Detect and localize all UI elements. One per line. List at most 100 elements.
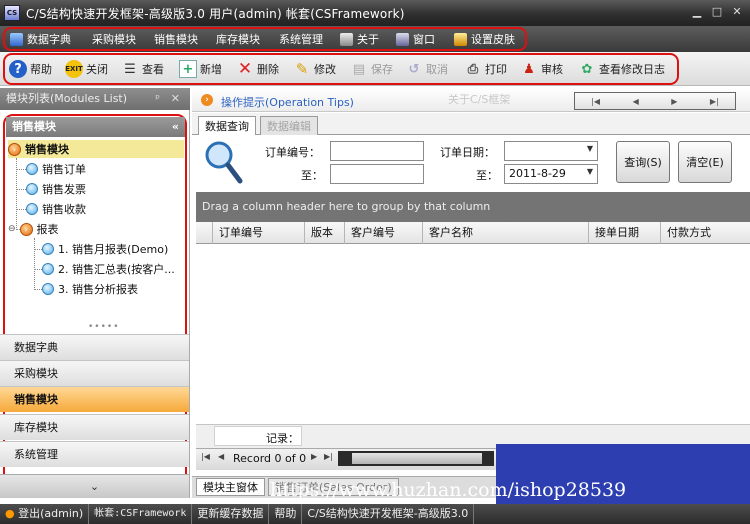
- user-icon: ●: [5, 507, 15, 520]
- menu-about[interactable]: 关于: [340, 30, 379, 48]
- tree-item-sales-order[interactable]: 销售订单: [26, 160, 86, 178]
- menu-system[interactable]: 系统管理: [279, 30, 323, 48]
- tab-data-edit[interactable]: 数据编辑: [260, 116, 318, 135]
- add-button[interactable]: + 新增: [179, 58, 222, 80]
- nav-group-purchase[interactable]: 采购模块: [0, 360, 189, 386]
- print-button[interactable]: ⎙ 打印: [464, 58, 507, 80]
- menu-skin[interactable]: 设置皮肤: [454, 30, 515, 48]
- tip-icon: ›: [201, 94, 213, 106]
- tree-line: [16, 169, 26, 170]
- approve-button[interactable]: ♟ 审核: [520, 58, 563, 80]
- tab-module-main[interactable]: 模块主窗体: [196, 478, 265, 496]
- collapse-toggle-icon[interactable]: ⊖: [8, 224, 16, 234]
- printer-icon: ⎙: [467, 61, 479, 77]
- record-count-label: 记录：: [266, 432, 299, 445]
- cancel-button[interactable]: ↺ 取消: [405, 58, 448, 80]
- clear-button[interactable]: 清空(E): [678, 141, 732, 183]
- column-header-version[interactable]: 版本: [304, 222, 344, 244]
- tree-item-report-1[interactable]: 1. 销售月报表(Demo): [42, 240, 168, 258]
- status-refresh-cache[interactable]: 更新缓存数据: [192, 504, 270, 524]
- menu-inventory[interactable]: 库存模块: [216, 30, 260, 48]
- next-record-icon[interactable]: ▶: [671, 97, 677, 106]
- maximize-icon[interactable]: □: [710, 5, 724, 19]
- splitter-handle[interactable]: •••••: [88, 322, 120, 332]
- last-record-icon[interactable]: ▶|: [710, 97, 719, 106]
- minimize-icon[interactable]: ▁: [690, 5, 704, 19]
- exit-icon: EXIT: [65, 60, 83, 78]
- tree-item-sales-receipt[interactable]: 销售收款: [26, 200, 86, 218]
- order-no-label: 订单编号：: [265, 146, 320, 159]
- about-framework-text: 关于C/S框架: [448, 93, 511, 106]
- add-icon: +: [179, 60, 197, 78]
- save-button[interactable]: ▤ 保存: [350, 58, 393, 80]
- view-log-button[interactable]: ✿ 查看修改日志: [578, 58, 665, 80]
- horizontal-scrollbar[interactable]: [338, 451, 494, 466]
- order-no-to-input[interactable]: [330, 164, 424, 184]
- column-header-customer-no[interactable]: 客户编号: [344, 222, 422, 244]
- status-logout[interactable]: ● 登出(admin): [0, 504, 90, 524]
- tree-item-sales-invoice[interactable]: 销售发票: [26, 180, 86, 198]
- column-header-order-no[interactable]: 订单编号: [212, 222, 304, 244]
- last-page-icon[interactable]: ▶|: [324, 452, 333, 461]
- nav-group-data-dictionary[interactable]: 数据字典: [0, 334, 189, 360]
- search-button[interactable]: 查询(S): [616, 141, 670, 183]
- save-icon: ▤: [352, 61, 366, 77]
- node-icon: [26, 163, 38, 175]
- collapse-icon[interactable]: «: [172, 117, 179, 137]
- tree-node-reports[interactable]: ⊖ › 报表: [8, 220, 59, 238]
- menu-sales[interactable]: 销售模块: [154, 30, 198, 48]
- expand-node-icon: ›: [8, 142, 21, 156]
- status-bar: ● 登出(admin) 帐套:CSFramework 更新缓存数据 帮助 C/S…: [0, 504, 750, 524]
- delete-button[interactable]: ✕ 删除: [236, 58, 279, 80]
- panel-close-icon[interactable]: ✕: [171, 88, 180, 110]
- operation-tips-link[interactable]: 操作提示(Operation Tips): [221, 94, 354, 110]
- group-by-panel[interactable]: Drag a column header here to group by th…: [196, 192, 750, 222]
- help-icon: ?: [9, 60, 27, 78]
- dropdown-arrow-icon: ▼: [586, 144, 593, 153]
- date-to-picker[interactable]: 2011-8-29 ▼: [504, 164, 598, 184]
- skin-icon: [454, 32, 467, 46]
- close-icon[interactable]: ✕: [730, 5, 744, 19]
- status-product-name: C/S结构快速开发框架-高级版3.0: [302, 504, 475, 524]
- window-controls: ▁ □ ✕: [690, 5, 744, 19]
- tree-item-report-3[interactable]: 3. 销售分析报表: [42, 280, 138, 298]
- menu-data-dictionary[interactable]: 数据字典: [10, 30, 71, 48]
- nav-expand-button[interactable]: ⌄: [0, 474, 189, 498]
- order-no-from-input[interactable]: [330, 141, 424, 161]
- nav-group-sales[interactable]: 销售模块: [0, 386, 189, 412]
- column-header-order-date[interactable]: 接单日期: [588, 222, 660, 244]
- app-icon: CS: [4, 5, 20, 21]
- record-navigator: |◀ ◀ ▶ ▶|: [574, 92, 736, 110]
- modules-panel-header: 模块列表(Modules List) ᵖ ✕: [0, 88, 190, 110]
- column-header-customer-name[interactable]: 客户名称: [422, 222, 588, 244]
- nav-group-system[interactable]: 系统管理: [0, 441, 189, 467]
- node-icon: [26, 183, 38, 195]
- tab-data-query[interactable]: 数据查询: [198, 116, 256, 135]
- close-button[interactable]: EXIT 关闭: [65, 58, 108, 80]
- pin-icon[interactable]: ᵖ: [155, 88, 160, 110]
- column-header-payment-method[interactable]: 付款方式: [660, 222, 742, 244]
- menu-window[interactable]: 窗口: [396, 30, 435, 48]
- status-help[interactable]: 帮助: [269, 504, 303, 524]
- first-record-icon[interactable]: |◀: [591, 97, 600, 106]
- grid-body[interactable]: [196, 244, 750, 424]
- scrollbar-thumb[interactable]: [352, 453, 482, 464]
- log-icon: ✿: [581, 61, 593, 77]
- first-page-icon[interactable]: |◀: [201, 452, 210, 461]
- date-from-picker[interactable]: ▼: [504, 141, 598, 161]
- help-button[interactable]: ? 帮助: [9, 58, 52, 80]
- tree-node-sales-module[interactable]: › 销售模块: [8, 140, 184, 158]
- next-page-icon[interactable]: ▶: [311, 452, 317, 461]
- prev-page-icon[interactable]: ◀: [218, 452, 224, 461]
- order-no-to-label: 至：: [301, 169, 323, 182]
- prev-record-icon[interactable]: ◀: [633, 97, 639, 106]
- order-date-label: 订单日期：: [440, 146, 495, 159]
- tree-item-report-2[interactable]: 2. 销售汇总表(按客户...: [42, 260, 175, 278]
- view-button[interactable]: ☰ 查看: [121, 58, 164, 80]
- title-bar: CS C/S结构快速开发框架-高级版3.0 用户(admin) 帐套(CSFra…: [0, 0, 750, 26]
- edit-button[interactable]: ✎ 修改: [293, 58, 336, 80]
- nav-section-header[interactable]: 销售模块 «: [6, 117, 185, 137]
- watermark-url: https://www.huzhan.com/ishop28539: [270, 479, 627, 501]
- nav-group-inventory[interactable]: 库存模块: [0, 414, 189, 440]
- menu-purchase[interactable]: 采购模块: [92, 30, 136, 48]
